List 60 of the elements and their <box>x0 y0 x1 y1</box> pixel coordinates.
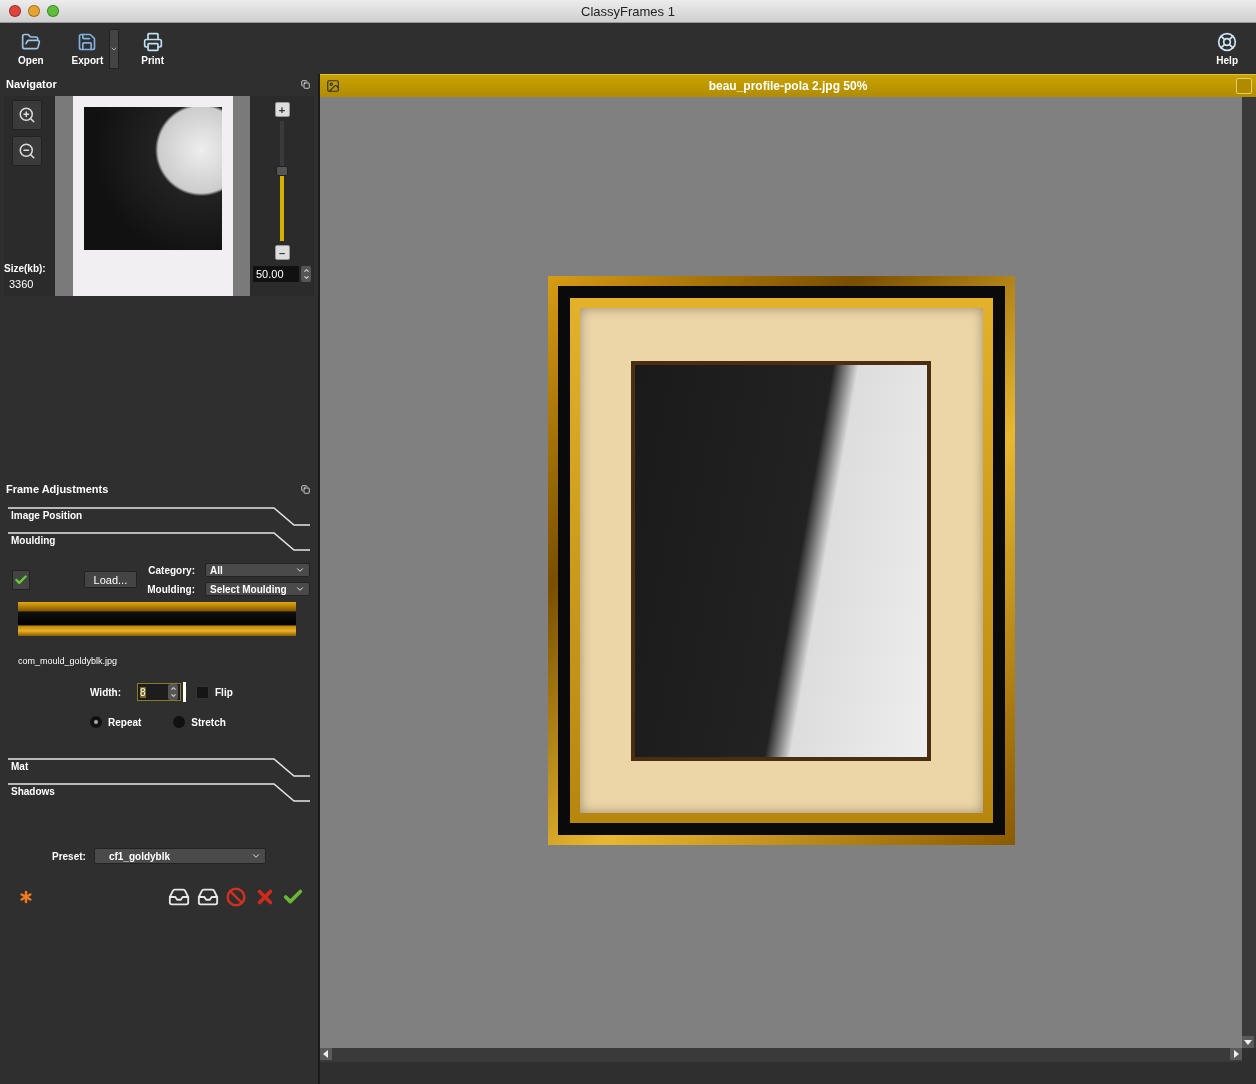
tray-icon[interactable] <box>168 886 190 908</box>
zoom-out-button[interactable] <box>12 136 42 166</box>
section-header[interactable]: Image Position <box>0 507 318 532</box>
width-label: Width: <box>90 686 121 698</box>
export-button[interactable]: Export <box>65 29 110 68</box>
stepper-icon <box>168 684 178 700</box>
section-header[interactable]: Shadows <box>0 783 318 808</box>
flip-checkbox[interactable] <box>196 685 209 699</box>
lifebuoy-icon <box>1217 31 1238 52</box>
size-value: 3360 <box>8 278 35 290</box>
arrow-down-icon[interactable] <box>1244 1038 1252 1046</box>
arrow-left-icon[interactable] <box>322 1050 330 1058</box>
prohibited-icon[interactable] <box>226 887 246 907</box>
zoom-button[interactable] <box>47 5 59 17</box>
arrow-right-icon[interactable] <box>1232 1050 1240 1058</box>
preset-select[interactable]: cf1_goldyblk <box>93 848 266 864</box>
panel-title: Navigator <box>6 78 57 90</box>
zoom-plus-button[interactable]: + <box>274 102 290 117</box>
window-title: ClassyFrames 1 <box>580 3 676 19</box>
vertical-scrollbar[interactable] <box>1242 97 1256 1048</box>
zoom-minus-button[interactable]: – <box>274 245 290 260</box>
detach-icon[interactable] <box>301 79 310 89</box>
slider-thumb[interactable] <box>276 166 288 177</box>
zoom-in-button[interactable] <box>12 100 42 130</box>
close-button[interactable] <box>9 5 21 17</box>
folder-icon <box>20 31 41 52</box>
category-select[interactable]: All <box>205 563 310 577</box>
horizontal-scrollbar[interactable] <box>320 1048 1242 1062</box>
caret-icon <box>250 851 261 861</box>
help-button[interactable]: Help <box>1210 29 1244 68</box>
print-button[interactable]: Print <box>135 29 170 68</box>
zoom-in-icon <box>18 106 36 124</box>
moulding-filename: com_mould_goldyblk.jpg <box>18 656 119 666</box>
minimize-button[interactable] <box>28 5 40 17</box>
size-label: Size(kb): <box>4 263 47 274</box>
check-icon <box>13 572 28 587</box>
flip-label: Flip <box>215 686 233 698</box>
radio-label: Stretch <box>191 716 226 728</box>
open-button[interactable]: Open <box>12 29 50 68</box>
detach-icon[interactable] <box>301 484 310 494</box>
stepper-icon[interactable] <box>301 266 311 282</box>
category-label: Category: <box>148 564 195 576</box>
width-field[interactable]: 8 <box>137 683 181 701</box>
section-header[interactable]: Mat <box>0 758 318 783</box>
load-button[interactable]: Load... <box>83 571 138 588</box>
radio-label: Repeat <box>108 716 142 728</box>
document-title: beau_profile-pola 2.jpg 50% <box>707 79 869 93</box>
preset-label: Preset: <box>52 850 86 862</box>
radio-button[interactable] <box>90 716 102 728</box>
image-icon <box>326 79 340 93</box>
section-header[interactable]: Moulding <box>0 532 318 557</box>
zoom-out-icon <box>18 142 36 160</box>
enable-checkbox[interactable] <box>12 569 30 590</box>
moulding-label: Moulding: <box>147 583 195 595</box>
panel-title: Frame Adjustments <box>6 483 109 495</box>
moulding-select[interactable]: Select Moulding <box>205 582 310 596</box>
zoom-field[interactable]: 50.00 <box>253 266 299 282</box>
radio-button[interactable] <box>173 716 186 728</box>
tray-icon[interactable] <box>197 886 219 908</box>
printer-icon <box>142 31 163 52</box>
